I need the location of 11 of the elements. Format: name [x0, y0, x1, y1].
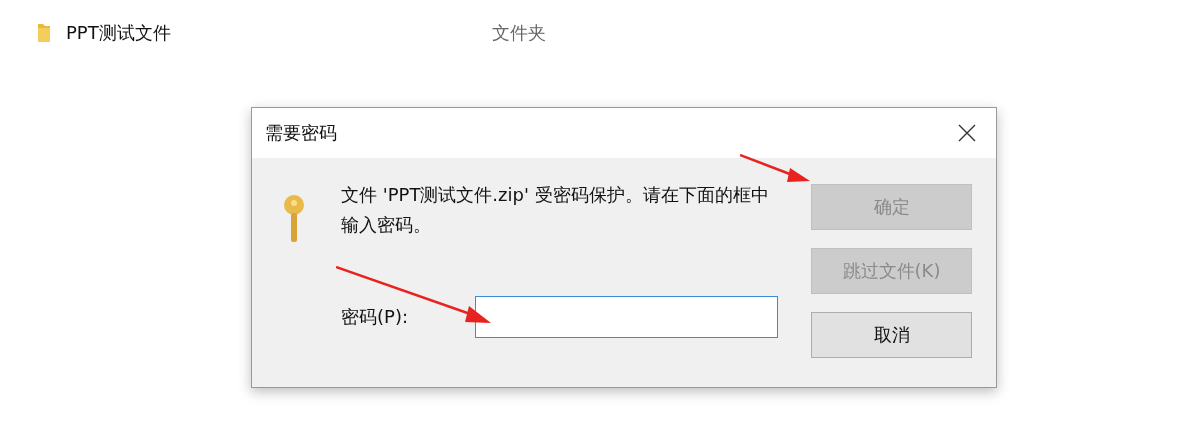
annotation-arrow — [740, 154, 810, 184]
window-title: 需要密码 — [265, 121, 337, 145]
close-icon[interactable] — [958, 124, 976, 142]
dialog-button[interactable]: 取消 — [811, 312, 972, 358]
file-type: 文件夹 — [492, 21, 546, 45]
message-text: 文件 'PPT测试文件.zip' 受密码保护。请在下面的框中输入密码。 — [341, 183, 770, 237]
password-field[interactable] — [475, 296, 778, 338]
folder-icon — [36, 22, 52, 44]
key-icon — [282, 194, 306, 244]
file-name[interactable]: PPT测试文件 — [66, 21, 171, 45]
password-label: 密码(P): — [341, 305, 409, 329]
